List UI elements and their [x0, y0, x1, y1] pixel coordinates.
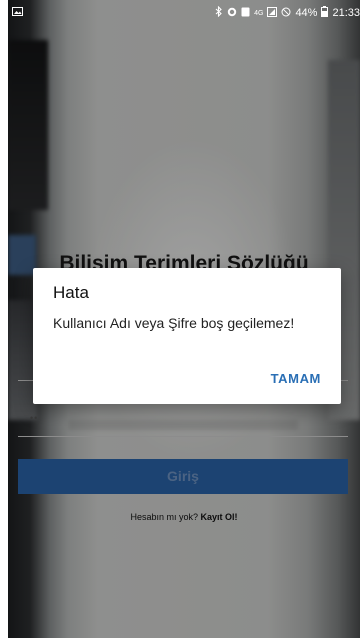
app-screen: Bilişim Terimleri Sözlüğü •• Giriş Hesab…: [8, 0, 360, 638]
ok-button[interactable]: TAMAM: [271, 371, 321, 386]
battery-icon: [321, 6, 329, 20]
bluetooth-icon: [215, 5, 223, 20]
signal-icon: [267, 6, 278, 20]
network-type-label: 4G: [254, 9, 264, 17]
settings-icon: [227, 7, 237, 20]
battery-percent: 44%: [295, 7, 318, 19]
do-not-disturb-icon: [281, 7, 291, 20]
dialog-message: Kullanıcı Adı veya Şifre boş geçilemez!: [53, 315, 295, 331]
status-bar: 4G 44% 21:33: [8, 0, 360, 26]
image-notification-icon: [12, 7, 23, 19]
status-icons: 4G 44% 21:33: [215, 5, 360, 20]
notification-icon: [241, 7, 250, 20]
clock: 21:33: [332, 7, 360, 19]
error-dialog: Hata Kullanıcı Adı veya Şifre boş geçile…: [33, 268, 341, 404]
dialog-title: Hata: [53, 283, 89, 302]
